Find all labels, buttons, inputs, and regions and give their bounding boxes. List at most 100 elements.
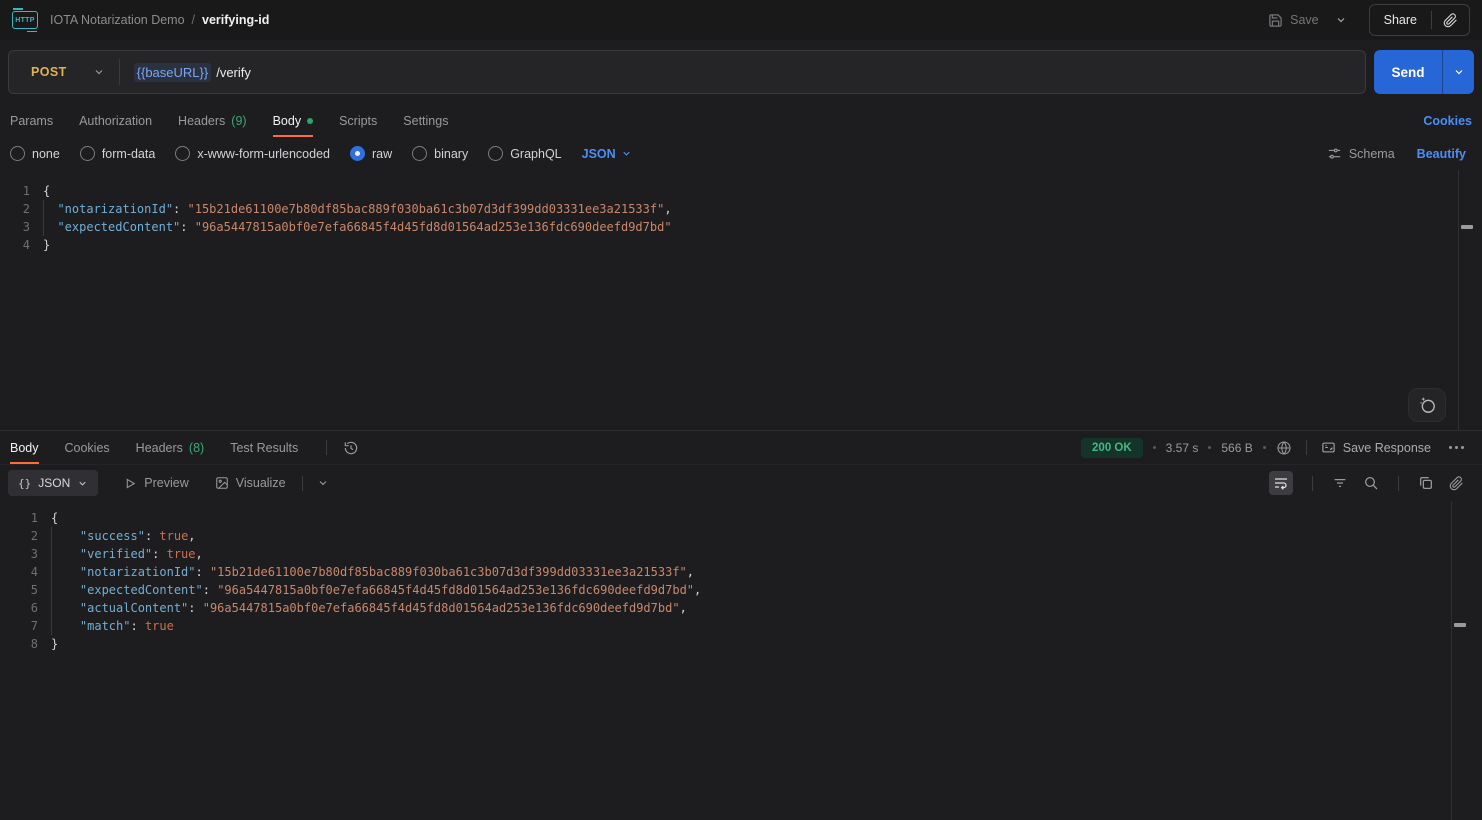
toolbar-divider: [302, 476, 303, 491]
network-globe-button[interactable]: [1276, 440, 1292, 456]
play-icon: [124, 477, 137, 490]
save-button[interactable]: Save: [1260, 7, 1327, 34]
response-time[interactable]: 3.57 s: [1166, 441, 1199, 455]
request-tab-authorization[interactable]: Authorization: [79, 104, 152, 137]
code-line: 8}: [0, 635, 1482, 653]
breadcrumb-request-name[interactable]: verifying-id: [202, 13, 269, 27]
breadcrumb-separator: /: [192, 13, 195, 27]
postbot-button[interactable]: [1408, 388, 1446, 422]
response-tab-cookies[interactable]: Cookies: [65, 431, 110, 464]
status-badge[interactable]: 200 OK: [1081, 438, 1143, 458]
more-views-chevron[interactable]: [317, 477, 329, 489]
send-button[interactable]: Send: [1374, 50, 1442, 94]
save-response-label: Save Response: [1343, 441, 1431, 455]
postbot-sparkle-icon: [1418, 396, 1437, 415]
http-request-icon: HTTP: [12, 11, 38, 29]
response-section: Body Cookies Headers(8) Test Results 200 OK…: [0, 430, 1482, 820]
body-option-raw[interactable]: raw: [350, 146, 392, 161]
visualize-label: Visualize: [236, 476, 286, 490]
more-options-icon[interactable]: [1445, 442, 1468, 453]
body-option-binary[interactable]: binary: [412, 146, 468, 161]
raw-language-dropdown[interactable]: JSON: [582, 147, 632, 161]
save-label: Save: [1290, 13, 1319, 27]
meta-dot: [1208, 446, 1211, 449]
request-tab-body[interactable]: Body: [273, 104, 314, 137]
code-line: 2 "notarizationId": "15b21de61100e7b80df…: [0, 200, 1482, 218]
url-input-container: POST {{baseURL}} /verify: [8, 50, 1366, 94]
schema-button[interactable]: Schema: [1327, 146, 1395, 161]
save-response-icon: [1321, 440, 1336, 455]
method-chevron-down-icon[interactable]: [93, 66, 105, 78]
request-body-editor[interactable]: 1{2 "notarizationId": "15b21de61100e7b80…: [0, 170, 1482, 430]
response-tab-test-results[interactable]: Test Results: [230, 431, 298, 464]
body-option-form-data[interactable]: form-data: [80, 146, 156, 161]
copy-link-button[interactable]: [1432, 13, 1469, 28]
raw-language-label: JSON: [582, 147, 616, 161]
copy-response-button[interactable]: [1418, 475, 1434, 491]
response-body-editor[interactable]: 1{2 "success": true,3 "verified": true,4…: [0, 501, 1482, 820]
beautify-button[interactable]: Beautify: [1417, 147, 1466, 161]
paperclip-icon: [1449, 476, 1464, 491]
url-input[interactable]: {{baseURL}} /verify: [124, 63, 251, 82]
url-path[interactable]: /verify: [216, 65, 251, 80]
response-tabs: Body Cookies Headers(8) Test Results 200 OK…: [0, 431, 1482, 465]
response-format-dropdown[interactable]: {} JSON: [8, 470, 98, 496]
method-selector[interactable]: POST: [9, 65, 67, 79]
code-line: 5 "expectedContent": "96a5447815a0bf0e7e…: [0, 581, 1482, 599]
body-option-none[interactable]: none: [10, 146, 60, 161]
unsaved-changes-dot: [307, 118, 313, 124]
response-toolbar: {} JSON Preview Visualize: [0, 465, 1482, 501]
save-options-dropdown[interactable]: [1327, 8, 1355, 32]
code-line: 7 "match": true: [0, 617, 1482, 635]
breadcrumb-collection[interactable]: IOTA Notarization Demo: [50, 13, 185, 27]
code-line: 1{: [0, 182, 1482, 200]
cookies-link[interactable]: Cookies: [1423, 114, 1472, 128]
code-line: 1{: [0, 509, 1482, 527]
code-line: 3 "expectedContent": "96a5447815a0bf0e7e…: [0, 218, 1482, 236]
preview-button[interactable]: Preview: [124, 476, 188, 490]
request-editor-scrollbar[interactable]: [1458, 170, 1474, 430]
search-icon: [1363, 475, 1379, 491]
response-editor-scrollbar[interactable]: [1451, 501, 1465, 820]
filter-icon: [1332, 475, 1348, 491]
wrap-text-button[interactable]: [1269, 471, 1293, 495]
body-type-options: none form-data x-www-form-urlencoded raw bin…: [0, 137, 1482, 170]
response-tab-headers[interactable]: Headers(8): [136, 431, 205, 464]
share-button[interactable]: Share: [1370, 13, 1431, 27]
response-history-button[interactable]: [343, 440, 359, 456]
body-option-x-www-form-urlencoded[interactable]: x-www-form-urlencoded: [175, 146, 330, 161]
save-response-button[interactable]: Save Response: [1321, 440, 1431, 455]
response-size[interactable]: 566 B: [1221, 441, 1252, 455]
search-button[interactable]: [1363, 475, 1379, 491]
request-tab-params[interactable]: Params: [10, 104, 53, 137]
send-button-group: Send: [1374, 50, 1474, 94]
send-options-chevron[interactable]: [1442, 50, 1474, 94]
sliders-icon: [1327, 146, 1342, 161]
body-option-graphql[interactable]: GraphQL: [488, 146, 561, 161]
save-icon: [1268, 13, 1283, 28]
code-line: 6 "actualContent": "96a5447815a0bf0e7efa…: [0, 599, 1482, 617]
filter-button[interactable]: [1332, 475, 1348, 491]
request-tabs: Params Authorization Headers(9) Body Scripts…: [0, 104, 1482, 137]
radio-icon: [80, 146, 95, 161]
toolbar-divider: [1398, 476, 1399, 491]
request-tab-settings[interactable]: Settings: [403, 104, 448, 137]
response-tab-body[interactable]: Body: [10, 431, 39, 464]
braces-icon: {}: [18, 477, 31, 490]
response-link-button[interactable]: [1449, 476, 1464, 491]
request-tab-headers[interactable]: Headers(9): [178, 104, 247, 137]
scrollbar-handle[interactable]: [1454, 623, 1466, 627]
url-divider: [119, 59, 120, 85]
response-tabs-divider: [326, 440, 327, 455]
url-environment-variable[interactable]: {{baseURL}}: [134, 63, 212, 82]
radio-icon: [175, 146, 190, 161]
visualize-button[interactable]: Visualize: [215, 476, 286, 490]
scrollbar-handle[interactable]: [1461, 225, 1473, 229]
chevron-down-icon: [621, 148, 632, 159]
response-meta: 200 OK 3.57 s 566 B Save Response: [1081, 438, 1472, 458]
radio-icon: [488, 146, 503, 161]
meta-dot: [1153, 446, 1156, 449]
request-tab-scripts[interactable]: Scripts: [339, 104, 377, 137]
paperclip-icon: [1443, 13, 1458, 28]
globe-icon: [1276, 440, 1292, 456]
